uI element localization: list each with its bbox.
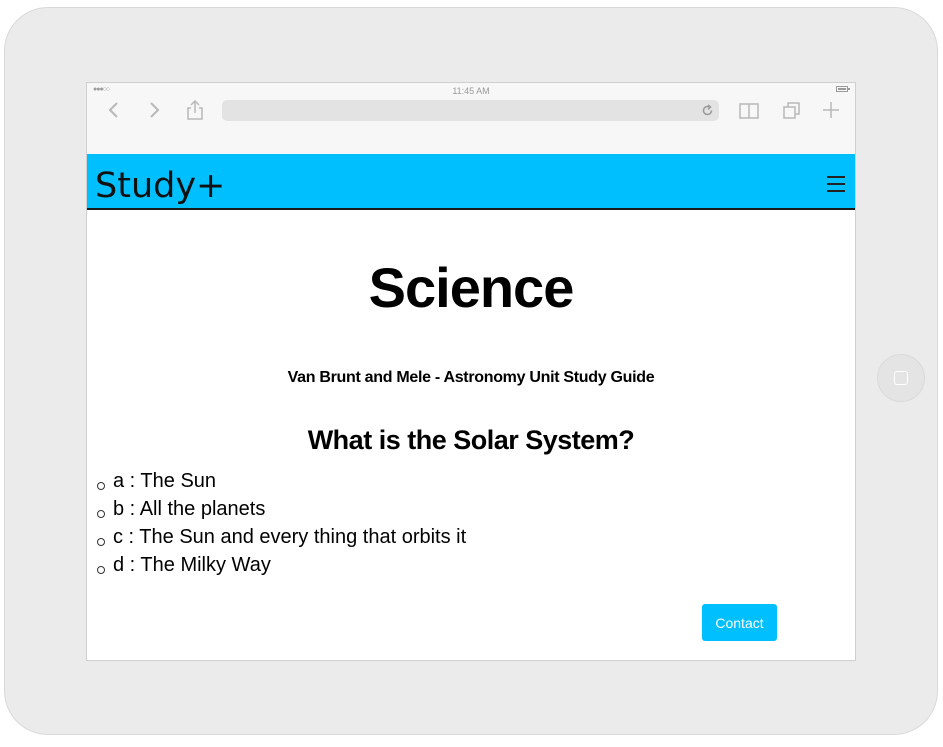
browser-screen: ●●●○○ 11:45 AM Study+ Science Van Brunt … bbox=[86, 82, 856, 661]
answer-options: a : The Sun b : All the planets c : The … bbox=[97, 467, 466, 579]
site-logo[interactable]: Study+ bbox=[95, 162, 225, 210]
answer-option-b[interactable]: b : All the planets bbox=[97, 495, 466, 523]
option-label: b : All the planets bbox=[113, 498, 266, 520]
radio-button[interactable] bbox=[97, 510, 105, 518]
hamburger-menu-icon[interactable] bbox=[825, 172, 847, 194]
chevron-right-icon[interactable] bbox=[143, 99, 165, 121]
plus-icon[interactable] bbox=[820, 99, 842, 121]
browser-chrome: ●●●○○ 11:45 AM bbox=[87, 83, 855, 155]
answer-option-d[interactable]: d : The Milky Way bbox=[97, 551, 466, 579]
chevron-left-icon[interactable] bbox=[103, 99, 125, 121]
status-time: 11:45 AM bbox=[452, 86, 490, 96]
page-title: Science bbox=[368, 256, 575, 319]
share-icon[interactable] bbox=[184, 99, 206, 121]
home-button-icon bbox=[894, 371, 908, 385]
answer-option-a[interactable]: a : The Sun bbox=[97, 467, 466, 495]
tabs-icon[interactable] bbox=[781, 99, 803, 121]
question-heading: What is the Solar System? bbox=[307, 425, 635, 455]
contact-us-button[interactable]: Contact Us bbox=[702, 604, 777, 660]
page-subtitle: Van Brunt and Mele - Astronomy Unit Stud… bbox=[287, 369, 655, 386]
reload-icon[interactable] bbox=[700, 103, 715, 118]
radio-button[interactable] bbox=[97, 482, 105, 490]
option-label: c : The Sun and every thing that orbits … bbox=[113, 526, 467, 548]
site-header: Study+ bbox=[87, 154, 855, 210]
battery-icon bbox=[836, 86, 850, 92]
option-label: d : The Milky Way bbox=[113, 554, 271, 576]
home-button[interactable] bbox=[877, 354, 925, 402]
url-bar[interactable] bbox=[222, 100, 719, 121]
radio-button[interactable] bbox=[97, 566, 105, 574]
radio-button[interactable] bbox=[97, 538, 105, 546]
option-label: a : The Sun bbox=[113, 470, 217, 492]
book-icon[interactable] bbox=[738, 99, 760, 121]
answer-option-c[interactable]: c : The Sun and every thing that orbits … bbox=[97, 523, 466, 551]
